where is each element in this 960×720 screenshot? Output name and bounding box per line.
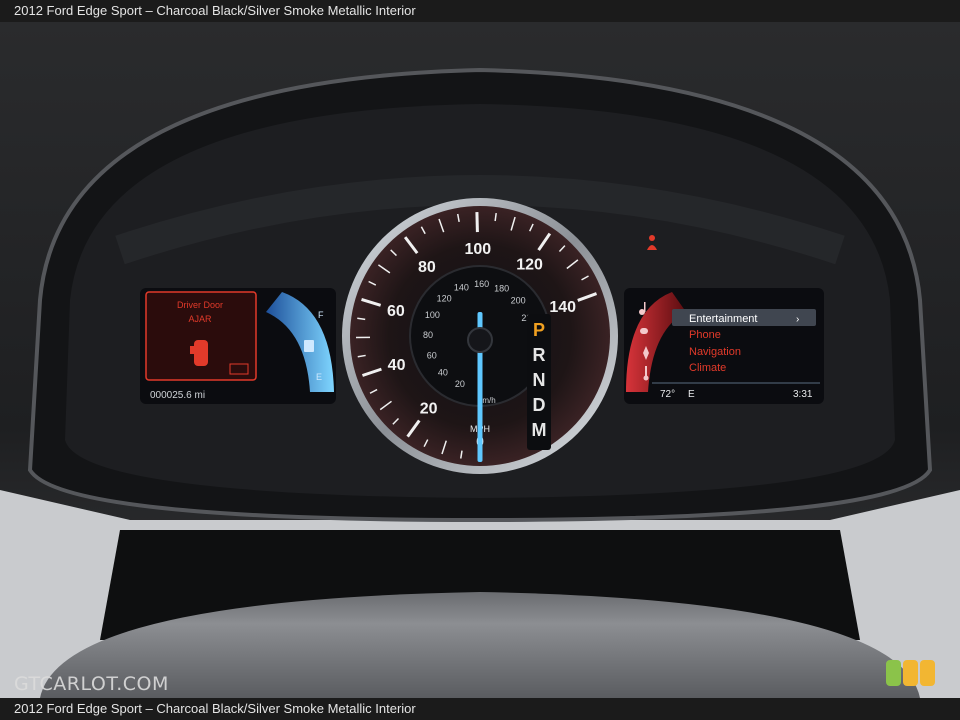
odometer-readout: 000025.6 mi xyxy=(150,390,205,401)
kmh-label: 120 xyxy=(437,293,452,303)
needle-hub xyxy=(467,327,493,353)
mph-label: 80 xyxy=(418,259,436,276)
badge-yellow-2 xyxy=(920,660,935,686)
mph-label: 20 xyxy=(420,400,438,417)
badge-green xyxy=(886,660,901,686)
mph-label: 100 xyxy=(464,241,491,258)
gear-r: R xyxy=(533,345,546,365)
mph-label: 60 xyxy=(387,303,405,320)
menu-item-phone[interactable]: Phone xyxy=(689,329,721,341)
speedometer: 20406080100120140 20406080100120140 160 18… xyxy=(342,198,618,474)
kmh-label: 200 xyxy=(511,296,526,306)
mph-tick xyxy=(494,212,497,222)
compass-heading: E xyxy=(688,389,695,400)
kmh-label: 40 xyxy=(438,367,448,377)
left-info-display: Driver Door AJAR F E 000025.6 mi xyxy=(140,288,336,404)
badge-yellow xyxy=(903,660,918,686)
site-watermark: GTCARLOT.COM xyxy=(14,673,169,695)
clock-readout: 3:31 xyxy=(793,389,813,400)
instrument-cluster-photo: Driver Door AJAR F E 000025.6 mi Enterta… xyxy=(0,22,960,698)
gear-p: P xyxy=(533,320,545,340)
kmh-label: 160 xyxy=(474,279,489,289)
right-info-display: Entertainment › Phone Navigation Climate… xyxy=(624,288,824,404)
mph-label: 140 xyxy=(549,299,576,316)
gear-n: N xyxy=(533,370,546,390)
photo-caption-top: 2012 Ford Edge Sport – Charcoal Black/Si… xyxy=(0,0,960,22)
phone-icon xyxy=(640,328,648,334)
photo-caption-bottom: 2012 Ford Edge Sport – Charcoal Black/Si… xyxy=(0,698,960,720)
svg-text:E: E xyxy=(316,372,322,382)
kmh-label: 180 xyxy=(494,284,509,294)
kmh-label: 20 xyxy=(455,379,465,389)
mph-label: 40 xyxy=(388,357,406,374)
menu-item-navigation[interactable]: Navigation xyxy=(689,346,741,358)
menu-item-entertainment[interactable]: Entertainment xyxy=(689,313,757,325)
gear-d: D xyxy=(533,395,546,415)
outside-temperature: 72° xyxy=(660,389,675,400)
svg-text:F: F xyxy=(318,310,324,320)
gear-m: M xyxy=(532,420,547,440)
fuel-pump-icon xyxy=(304,340,314,352)
chevron-right-icon: › xyxy=(796,314,799,325)
kmh-label: 100 xyxy=(425,310,440,320)
mph-label: 120 xyxy=(516,256,543,273)
kmh-label: 80 xyxy=(423,330,433,340)
gear-selector: P R N D M xyxy=(527,314,551,450)
kmh-label: 140 xyxy=(454,282,469,292)
door-alert-line2: AJAR xyxy=(188,314,212,324)
kmh-label: 60 xyxy=(427,350,437,360)
menu-item-climate[interactable]: Climate xyxy=(689,362,726,374)
watermark-badges xyxy=(886,660,935,686)
door-alert-line1: Driver Door xyxy=(177,300,223,310)
